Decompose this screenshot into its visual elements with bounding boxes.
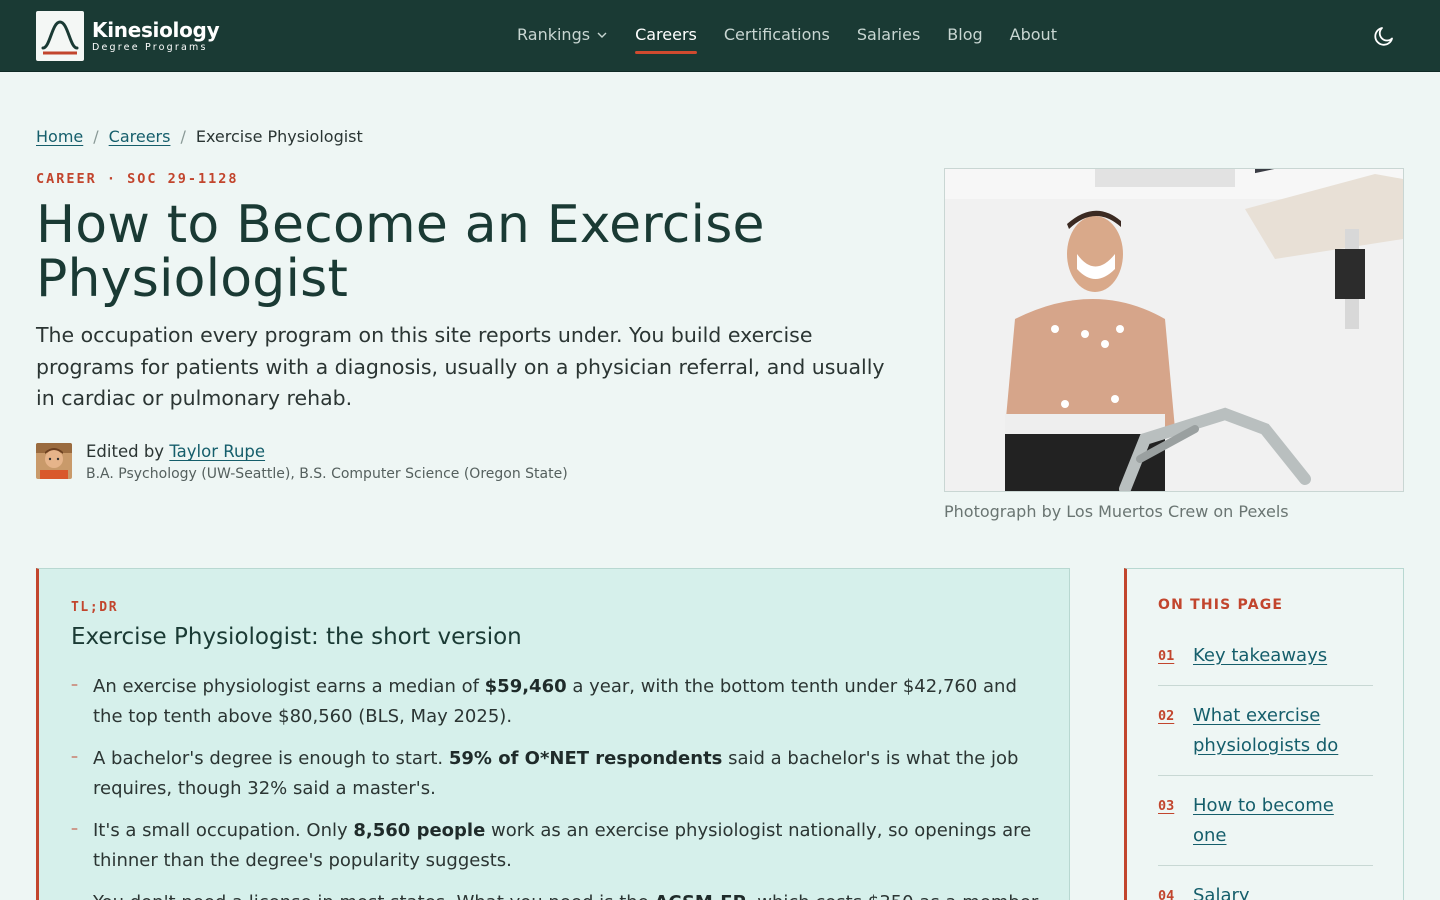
dash-bullet-icon: – <box>71 821 78 837</box>
site-logo[interactable]: Kinesiology Degree Programs <box>36 11 220 61</box>
brand-title: Kinesiology <box>92 17 220 42</box>
author-edited-line: Edited by Taylor Rupe <box>86 443 568 461</box>
toc-link-key-takeaways[interactable]: Key takeaways <box>1193 641 1327 671</box>
nav-item-label: About <box>1009 25 1057 44</box>
nav-item-label: Blog <box>947 25 983 44</box>
career-eyebrow: CAREER · SOC 29-1128 <box>36 171 239 187</box>
dash-bullet-icon: – <box>71 677 78 693</box>
dash-bullet-icon: – <box>71 749 78 765</box>
edited-by-label: Edited by <box>86 442 165 461</box>
toc-list: 01 Key takeaways 02 What exercise physio… <box>1158 639 1373 900</box>
nav-item-certifications[interactable]: Certifications <box>724 25 830 44</box>
tldr-box: TL;DR Exercise Physiologist: the short v… <box>36 568 1070 900</box>
author-byline: Edited by Taylor Rupe B.A. Psychology (U… <box>36 443 568 482</box>
dash-bullet-icon: – <box>71 886 78 900</box>
toc-item: 03 How to become one <box>1158 789 1373 866</box>
tldr-item: –You don't need a license in most states… <box>71 888 1051 900</box>
breadcrumb-current: Exercise Physiologist <box>195 127 363 146</box>
author-name-link[interactable]: Taylor Rupe <box>169 442 265 461</box>
toc-number: 03 <box>1158 798 1175 814</box>
toc-link-what-they-do[interactable]: What exercise physiologists do <box>1193 701 1373 761</box>
nav-item-label: Careers <box>635 25 697 44</box>
site-header: Kinesiology Degree Programs Rankings Car… <box>0 0 1440 72</box>
breadcrumb-separator: / <box>180 127 186 146</box>
nav-item-salaries[interactable]: Salaries <box>857 25 920 44</box>
author-credentials: B.A. Psychology (UW-Seattle), B.S. Compu… <box>86 466 568 482</box>
tldr-item: – An exercise physiologist earns a median… <box>71 672 1051 732</box>
tldr-item: – A bachelor's degree is enough to start.… <box>71 744 1051 804</box>
toc-title: ON THIS PAGE <box>1158 597 1284 613</box>
logo-curve-icon <box>36 11 84 61</box>
main-nav: Rankings Careers Certifications Salaries… <box>517 25 1057 54</box>
hero-caption: Photograph by Los Muertos Crew on Pexels <box>944 502 1289 521</box>
toc-number: 02 <box>1158 708 1175 724</box>
table-of-contents: ON THIS PAGE 01 Key takeaways 02 What ex… <box>1124 568 1404 900</box>
breadcrumb-careers[interactable]: Careers <box>109 127 171 146</box>
brand-subtitle: Degree Programs <box>92 41 208 53</box>
breadcrumb-separator: / <box>93 127 99 146</box>
nav-item-rankings[interactable]: Rankings <box>517 25 608 44</box>
moon-icon[interactable] <box>1372 24 1396 48</box>
toc-link-salary[interactable]: Salary <box>1193 881 1250 900</box>
hero-photo <box>944 168 1404 492</box>
breadcrumb: Home / Careers / Exercise Physiologist <box>36 127 363 146</box>
toc-number: 01 <box>1158 648 1175 664</box>
nav-item-careers[interactable]: Careers <box>635 25 697 54</box>
toc-number: 04 <box>1158 888 1175 900</box>
nav-item-about[interactable]: About <box>1010 25 1057 44</box>
nav-item-label: Salaries <box>856 25 921 44</box>
author-avatar <box>36 443 72 479</box>
toc-link-how-to-become[interactable]: How to become one <box>1193 791 1373 851</box>
page-title: How to Become an Exercise Physiologist <box>36 195 765 309</box>
breadcrumb-home[interactable]: Home <box>36 127 83 146</box>
toc-item: 04 Salary <box>1158 879 1373 900</box>
tldr-item: – It's a small occupation. Only 8,560 peo… <box>71 816 1051 876</box>
toc-item: 01 Key takeaways <box>1158 639 1373 686</box>
nav-item-label: Rankings <box>517 25 591 44</box>
chevron-down-icon <box>597 32 607 38</box>
tldr-eyebrow: TL;DR <box>71 600 119 615</box>
article-lede: The occupation every program on this sit… <box>36 323 885 410</box>
tldr-list: – An exercise physiologist earns a median… <box>71 672 1051 900</box>
tldr-title: Exercise Physiologist: the short version <box>71 624 522 650</box>
toc-item: 02 What exercise physiologists do <box>1158 699 1373 776</box>
nav-item-blog[interactable]: Blog <box>947 25 982 44</box>
nav-item-label: Certifications <box>723 25 830 44</box>
